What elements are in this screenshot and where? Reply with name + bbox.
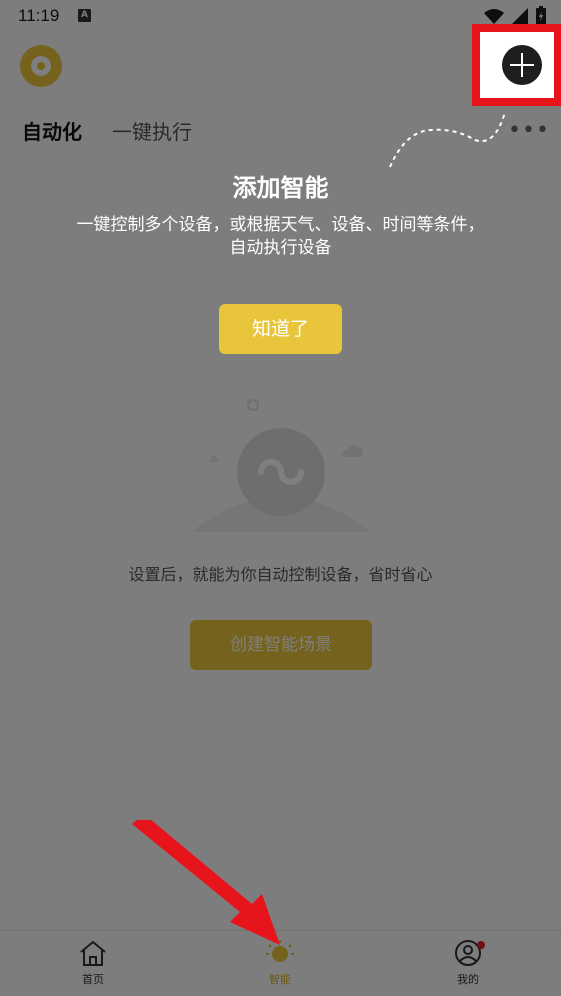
app-screen: 11:19 A 自动化 一键执行 ••• 设置后，就能为你自动控制设备，省时省心… bbox=[0, 0, 561, 996]
add-icon[interactable] bbox=[502, 45, 542, 85]
guide-title: 添加智能 bbox=[232, 174, 329, 202]
guide-description: 一键控制多个设备，或根据天气、设备、时间等条件，自动执行设备 bbox=[76, 215, 485, 258]
got-it-button[interactable]: 知道了 bbox=[219, 304, 342, 354]
red-arrow-annotation bbox=[132, 820, 280, 945]
